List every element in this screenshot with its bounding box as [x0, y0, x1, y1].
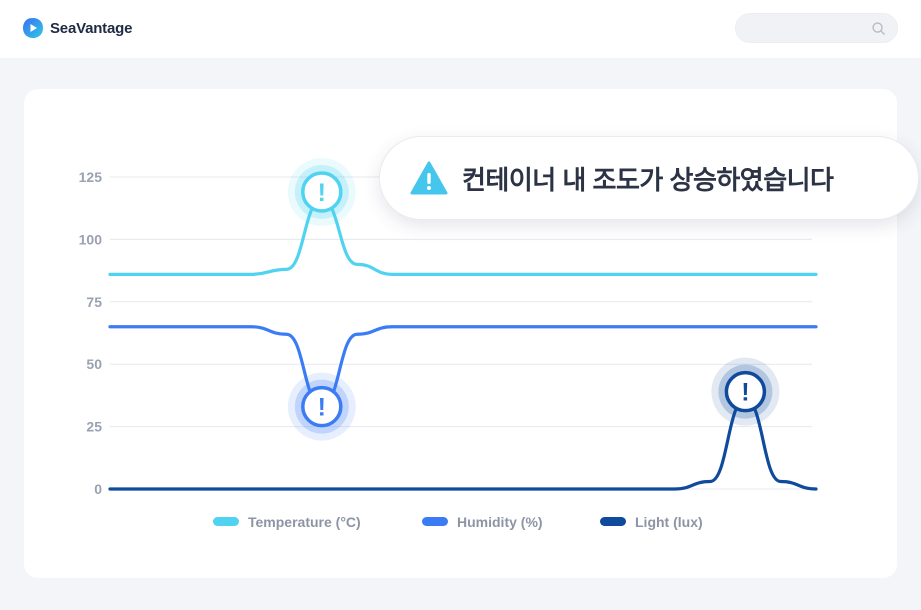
legend-label: Temperature (°C) — [248, 514, 361, 530]
warning-triangle-icon — [410, 161, 448, 195]
y-tick-label: 75 — [86, 294, 102, 310]
y-tick-label: 100 — [79, 231, 103, 247]
alert-marker: ! — [711, 357, 780, 426]
series-layer — [108, 197, 818, 491]
y-tick-label: 0 — [94, 481, 102, 497]
series-line-1 — [108, 325, 818, 409]
legend-swatch — [422, 517, 448, 526]
alert-marker-label: ! — [318, 394, 326, 422]
chart-legend: Temperature (°C) Humidity (%) Light (lux) — [213, 514, 703, 530]
legend-label: Light (lux) — [635, 514, 703, 530]
legend-item: Humidity (%) — [422, 514, 543, 530]
legend-item: Temperature (°C) — [213, 514, 361, 530]
alert-marker: ! — [287, 372, 356, 441]
y-tick-label: 125 — [79, 169, 103, 185]
alert-marker: ! — [287, 157, 356, 226]
alert-banner[interactable]: 컨테이너 내 조도가 상승하였습니다 — [379, 136, 919, 220]
y-tick-label: 25 — [86, 419, 102, 435]
legend-swatch — [600, 517, 626, 526]
sensor-line-chart: 0 25 50 75 100 125 !!! Temperature (°C) Humidi… — [79, 157, 818, 530]
y-tick-label: 50 — [86, 356, 102, 372]
alert-marker-label: ! — [318, 179, 326, 207]
alert-message: 컨테이너 내 조도가 상승하였습니다 — [462, 164, 834, 195]
legend-swatch — [213, 517, 239, 526]
legend-label: Humidity (%) — [457, 514, 543, 530]
legend-item: Light (lux) — [600, 514, 703, 530]
alert-marker-label: ! — [741, 379, 749, 407]
series-line-2 — [108, 397, 818, 491]
